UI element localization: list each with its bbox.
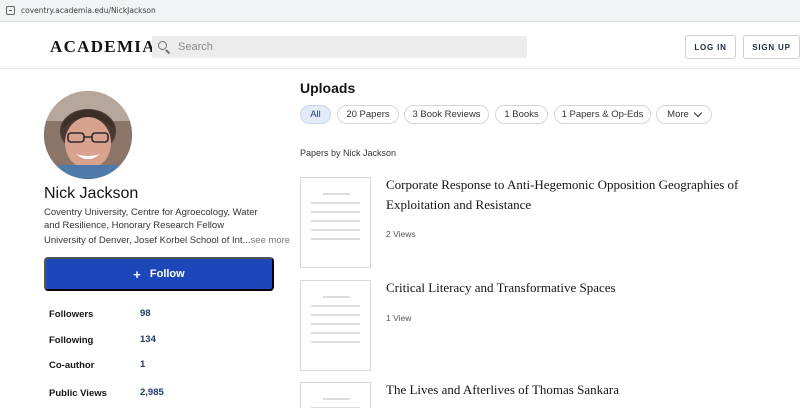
papers-by-heading: Papers by Nick Jackson (300, 148, 397, 158)
plus-icon: + (133, 266, 141, 282)
paper-title[interactable]: Corporate Response to Anti-Hegemonic Opp… (386, 175, 766, 215)
follow-button[interactable]: + Follow (44, 257, 274, 291)
thumbnail-line (323, 398, 350, 400)
profile-affiliation-secondary: University of Denver, Josef Korbel Schoo… (44, 235, 290, 246)
paper-views: 1 View (386, 313, 412, 323)
stat-value-coauthor[interactable]: 1 (140, 359, 145, 370)
filter-chip-all[interactable]: All (300, 105, 331, 124)
thumbnail-line (311, 323, 360, 325)
profile-affiliation-primary: Coventry University, Centre for Agroecol… (44, 207, 258, 231)
see-more-link[interactable]: see more (250, 235, 290, 246)
paper-thumbnail[interactable] (300, 382, 371, 408)
profile-name: Nick Jackson (44, 185, 139, 202)
stat-label-coauthor[interactable]: Co-author (49, 360, 94, 371)
thumbnail-line (323, 193, 350, 195)
paper-title[interactable]: Critical Literacy and Transformative Spa… (386, 278, 766, 298)
thumbnail-line (311, 220, 360, 222)
thumbnail-line (311, 341, 360, 343)
filter-chip-papers-op-eds[interactable]: 1 Papers & Op-Eds (554, 105, 651, 124)
stat-label-following[interactable]: Following (49, 335, 93, 346)
filter-chip-book-reviews[interactable]: 3 Book Reviews (404, 105, 489, 124)
stat-value-public-views: 2,985 (140, 387, 164, 398)
url-text[interactable]: coventry.academia.edu/NickJackson (21, 6, 156, 15)
uploads-heading: Uploads (300, 80, 356, 96)
paper-title[interactable]: The Lives and Afterlives of Thomas Sanka… (386, 380, 766, 400)
search-input[interactable] (178, 41, 508, 53)
search-bar[interactable] (152, 36, 527, 58)
stat-value-followers[interactable]: 98 (140, 308, 151, 319)
follow-label: Follow (149, 268, 185, 280)
browser-url-bar[interactable]: coventry.academia.edu/NickJackson (0, 0, 800, 22)
academia-logo[interactable]: ACADEMIA (50, 37, 156, 57)
thumbnail-line (311, 229, 360, 231)
filter-chip-books[interactable]: 1 Books (495, 105, 548, 124)
thumbnail-line (311, 211, 360, 213)
paper-thumbnail[interactable] (300, 177, 371, 268)
login-button[interactable]: LOG IN (685, 35, 736, 59)
thumbnail-line (311, 314, 360, 316)
paper-views: 2 Views (386, 229, 416, 239)
thumbnail-line (311, 305, 360, 307)
signup-button[interactable]: SIGN UP (743, 35, 800, 59)
thumbnail-line (311, 202, 360, 204)
site-info-icon[interactable] (6, 6, 15, 15)
thumbnail-line (311, 332, 360, 334)
stat-label-public-views: Public Views (49, 388, 107, 399)
paper-thumbnail[interactable] (300, 280, 371, 371)
avatar-photo (44, 91, 132, 179)
stat-label-followers[interactable]: Followers (49, 309, 93, 320)
chevron-down-icon (693, 108, 703, 117)
search-icon (158, 41, 170, 53)
filter-chip-more[interactable]: More (656, 105, 712, 124)
thumbnail-line (311, 238, 360, 240)
stat-value-following[interactable]: 134 (140, 334, 156, 345)
more-label: More (667, 109, 689, 120)
thumbnail-line (323, 296, 350, 298)
avatar (44, 91, 132, 179)
affiliation-secondary-text: University of Denver, Josef Korbel Schoo… (44, 235, 251, 246)
site-header: ACADEMIA LOG IN SIGN UP (0, 22, 800, 69)
filter-chip-papers[interactable]: 20 Papers (337, 105, 399, 124)
